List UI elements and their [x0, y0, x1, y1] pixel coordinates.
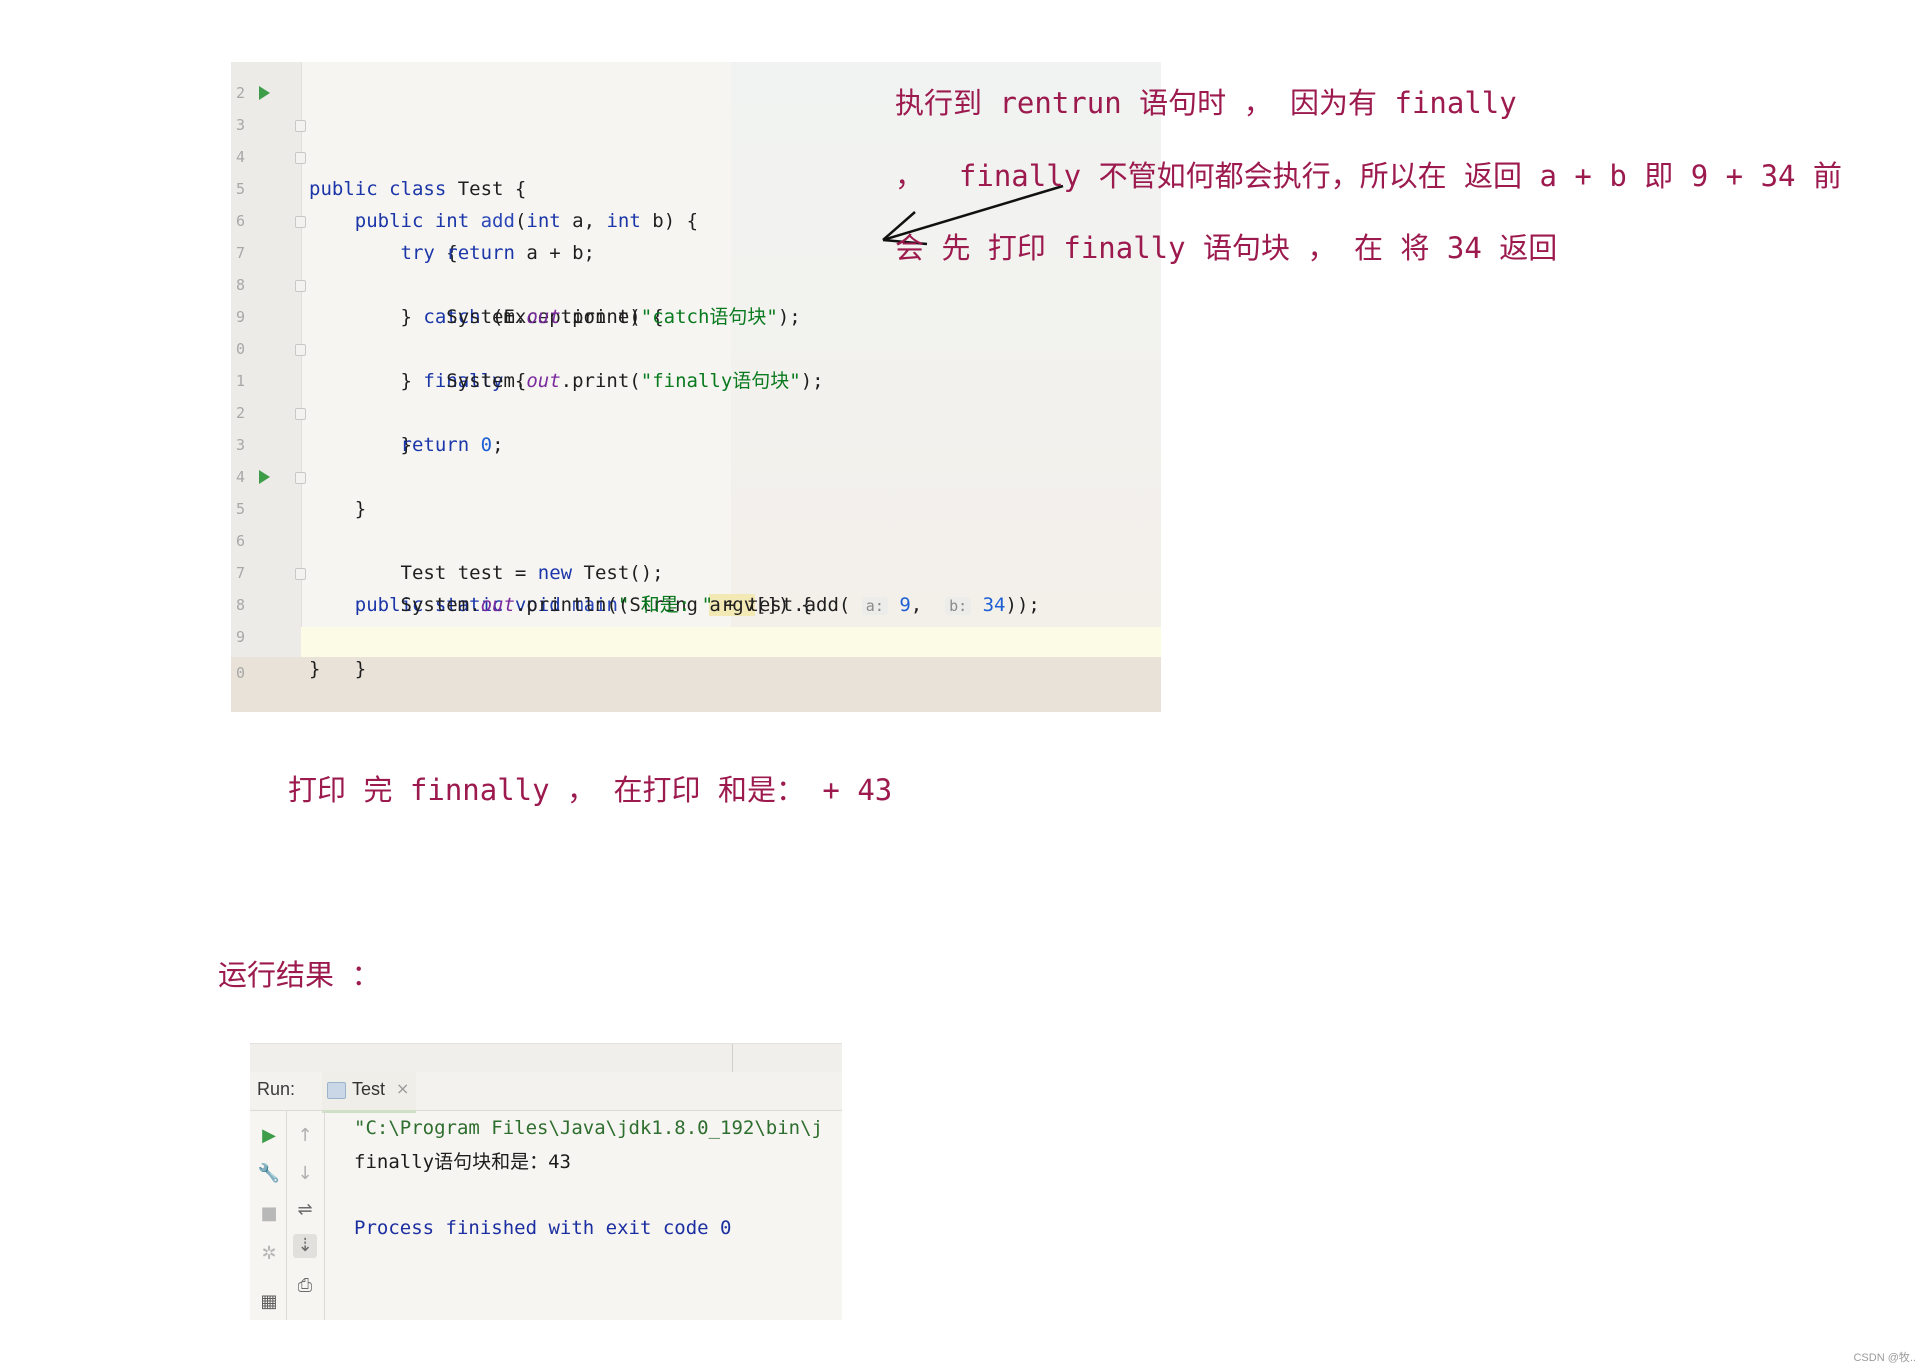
annotation-line-2: ， finally 不管如何都会执行，所以在 返回 a + b 即 9 + 34… [895, 159, 1842, 193]
console-tab-icon [327, 1082, 346, 1099]
scroll-to-end-icon[interactable]: ⇣ [293, 1234, 317, 1258]
run-class-icon[interactable] [259, 86, 270, 100]
console-toolbar-right: ↑ ↓ ⇌ ⇣ ⎙ [286, 1110, 325, 1320]
fold-icon[interactable] [295, 216, 306, 228]
run-tool-header: Run: Test × [250, 1072, 842, 1113]
rerun-icon[interactable]: ▶ [257, 1124, 281, 1148]
console-toolbar-left: ▶ 🔧 ■ ✲ ▦ [250, 1110, 287, 1320]
code-line[interactable]: 9 } [231, 589, 1161, 680]
soft-wrap-icon[interactable]: ⇌ [293, 1198, 317, 1222]
code-line[interactable]: 0 [231, 625, 1161, 682]
line-number: 0 [235, 664, 245, 682]
code-line[interactable]: 3 } [231, 397, 1161, 520]
tab-label: Test [352, 1079, 386, 1099]
fold-icon[interactable] [295, 120, 306, 132]
fold-icon[interactable] [295, 568, 306, 580]
code-line[interactable]: 4 [231, 429, 1161, 486]
watermark: CSDN @牧.. [1853, 1352, 1916, 1364]
wrench-icon[interactable]: 🔧 [257, 1162, 281, 1186]
debug-icon[interactable]: ✲ [257, 1242, 281, 1266]
editor-bottom-strip [231, 657, 1161, 712]
run-console: Run: Test × ▶ 🔧 ■ ✲ ▦ ↑ ↓ ⇌ ⇣ ⎙ "C:\Prog… [250, 1043, 842, 1320]
code-line[interactable]: 6 Test test = new Test(); [231, 493, 1161, 584]
layout-icon[interactable]: ▦ [257, 1290, 281, 1314]
fold-icon[interactable] [295, 344, 306, 356]
code-text: } [309, 658, 321, 680]
fold-icon[interactable] [295, 280, 306, 292]
fold-icon[interactable] [295, 152, 306, 164]
annotation-line-3: 会 先 打印 finally 语句块 ， 在 将 34 返回 [895, 231, 1558, 265]
code-line[interactable]: 8 } [231, 557, 1161, 680]
console-process-line: Process finished with exit code 0 [354, 1217, 732, 1239]
code-line[interactable]: 5 public static void main(String argv[])… [231, 461, 1161, 616]
console-top-strip [250, 1044, 842, 1072]
code-line[interactable]: 7 System.out.println(" 和是: " + test.add(… [231, 525, 1161, 616]
arrow-up-icon[interactable]: ↑ [293, 1124, 317, 1148]
arrow-down-icon[interactable]: ↓ [293, 1162, 317, 1186]
console-output-line: finally语句块和是：43 [354, 1151, 571, 1173]
code-line[interactable]: 2 return 0; [231, 365, 1161, 456]
divider [732, 1044, 733, 1072]
run-result-heading: 运行结果 ： [218, 958, 381, 992]
stop-icon[interactable]: ■ [257, 1202, 281, 1226]
code-line[interactable]: 0 System.out.print("finally语句块"); [231, 301, 1161, 392]
fold-icon[interactable] [295, 408, 306, 420]
annotation-line-4: 打印 完 finnally ， 在打印 和是： + 43 [288, 773, 893, 807]
code-line[interactable]: 9 } finally { [231, 269, 1161, 392]
console-command-line: "C:\Program Files\Java\jdk1.8.0_192\bin\… [354, 1117, 823, 1139]
code-line[interactable]: 1 } [231, 333, 1161, 456]
annotation-line-1: 执行到 rentrun 语句时 ， 因为有 finally [895, 86, 1517, 120]
tab-test[interactable]: Test × [322, 1072, 416, 1113]
fold-icon[interactable] [295, 472, 306, 484]
code-line: 2 [231, 62, 1161, 102]
print-icon[interactable]: ⎙ [293, 1274, 317, 1298]
run-main-icon[interactable] [259, 470, 270, 484]
close-icon[interactable]: × [396, 1079, 409, 1098]
run-label: Run: [257, 1079, 296, 1099]
